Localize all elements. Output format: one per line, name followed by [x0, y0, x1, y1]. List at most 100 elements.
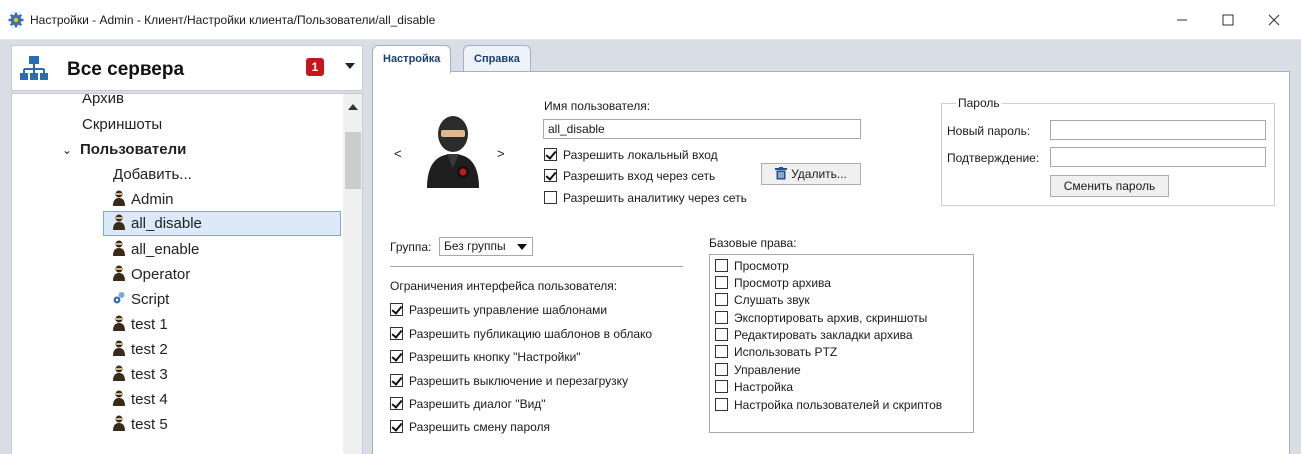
checkbox-box[interactable] [390, 374, 403, 387]
tree-item-label: test 3 [131, 366, 168, 383]
allow-template-management-checkbox[interactable]: Разрешить управление шаблонами [390, 303, 607, 317]
user-icon [113, 214, 125, 230]
right-settings-checkbox[interactable]: Настройка [715, 380, 793, 394]
password-group-title: Пароль [956, 96, 1002, 110]
allow-network-analytics-checkbox[interactable]: Разрешить аналитику через сеть [544, 191, 747, 205]
checkbox-label: Редактировать закладки архива [734, 328, 913, 342]
notification-badge[interactable]: 1 [306, 58, 324, 76]
tree-item-user-all-enable[interactable]: all_enable [113, 237, 199, 262]
right-use-ptz-checkbox[interactable]: Использовать PTZ [715, 345, 837, 359]
checkbox-label: Просмотр архива [734, 276, 831, 290]
checkbox-label: Разрешить смену пароля [409, 420, 551, 434]
change-password-button[interactable]: Сменить пароль [1050, 175, 1169, 197]
username-field[interactable]: all_disable [543, 119, 861, 139]
tree-item-users[interactable]: ⌄ Пользователи [62, 137, 186, 162]
user-icon [113, 315, 125, 331]
user-icon [113, 365, 125, 381]
right-view-checkbox[interactable]: Просмотр [715, 259, 789, 273]
checkbox-box[interactable] [390, 303, 403, 316]
checkbox-box[interactable] [715, 276, 728, 289]
close-button[interactable] [1251, 0, 1297, 40]
chevron-down-icon[interactable] [345, 63, 355, 69]
tree-item-add-user[interactable]: Добавить... [113, 162, 192, 187]
checkbox-box[interactable] [715, 259, 728, 272]
tree-item-user-test1[interactable]: test 1 [113, 312, 168, 337]
checkbox-box[interactable] [715, 380, 728, 393]
checkbox-box[interactable] [390, 327, 403, 340]
user-icon [113, 265, 125, 281]
user-icon [113, 190, 125, 206]
scroll-thumb[interactable] [345, 132, 361, 189]
chevron-down-icon[interactable]: ⌄ [62, 138, 76, 163]
maximize-icon [1222, 14, 1234, 26]
checkbox-label: Разрешить локальный вход [563, 148, 718, 162]
tree-item-user-all-disable[interactable]: all_disable [103, 211, 341, 236]
tree-item-label: test 4 [131, 391, 168, 408]
group-label: Группа: [390, 240, 432, 254]
tree-item-user-test4[interactable]: test 4 [113, 387, 168, 412]
allow-password-change-checkbox[interactable]: Разрешить смену пароля [390, 420, 550, 434]
allow-shutdown-checkbox[interactable]: Разрешить выключение и перезагрузку [390, 374, 628, 388]
tree-item-user-admin[interactable]: Admin [113, 187, 174, 212]
checkbox-box[interactable] [715, 328, 728, 341]
maximize-button[interactable] [1205, 0, 1251, 40]
checkbox-box[interactable] [544, 148, 557, 161]
scroll-up-icon[interactable] [348, 104, 358, 110]
right-edit-bookmarks-checkbox[interactable]: Редактировать закладки архива [715, 328, 913, 342]
tree-item-user-test2[interactable]: test 2 [113, 337, 168, 362]
window-title: Настройки - Admin - Клиент/Настройки кли… [30, 13, 436, 27]
tree-item-script[interactable]: Script [113, 287, 169, 312]
group-select[interactable]: Без группы [439, 237, 533, 256]
tree-scrollbar[interactable] [343, 94, 362, 454]
allow-network-login-checkbox[interactable]: Разрешить вход через сеть [544, 169, 715, 183]
checkbox-box[interactable] [715, 363, 728, 376]
checkbox-box[interactable] [715, 293, 728, 306]
tree-item-label: all_enable [131, 241, 200, 258]
tree-item-archive[interactable]: Архив [82, 94, 124, 111]
minimize-button[interactable] [1159, 0, 1205, 40]
tree-item-user-test3[interactable]: test 3 [113, 362, 168, 387]
allow-template-publish-checkbox[interactable]: Разрешить публикацию шаблонов в облако [390, 327, 652, 341]
allow-view-dialog-checkbox[interactable]: Разрешить диалог "Вид" [390, 397, 546, 411]
tree-item-user-test5[interactable]: test 5 [113, 412, 168, 437]
tree-item-label: test 1 [131, 316, 168, 333]
checkbox-box[interactable] [715, 311, 728, 324]
base-rights-list: Просмотр Просмотр архива Слушать звук Эк… [709, 254, 974, 433]
user-icon [113, 390, 125, 406]
checkbox-box[interactable] [715, 398, 728, 411]
checkbox-box[interactable] [544, 191, 557, 204]
checkbox-box[interactable] [544, 169, 557, 182]
checkbox-label: Разрешить выключение и перезагрузку [409, 374, 629, 388]
prev-avatar-button[interactable]: < [394, 146, 402, 161]
right-user-script-settings-checkbox[interactable]: Настройка пользователей и скриптов [715, 398, 942, 412]
checkbox-box[interactable] [390, 397, 403, 410]
tab-help[interactable]: Справка [463, 45, 531, 72]
tree-item-label: Script [131, 291, 170, 308]
right-listen-audio-checkbox[interactable]: Слушать звук [715, 293, 810, 307]
delete-user-button[interactable]: Удалить... [761, 163, 861, 185]
next-avatar-button[interactable]: > [497, 146, 505, 161]
tab-settings[interactable]: Настройка [372, 45, 452, 73]
server-selector[interactable]: Все сервера 1 [11, 45, 363, 91]
window-titlebar: Настройки - Admin - Клиент/Настройки кли… [0, 0, 1301, 40]
allow-settings-button-checkbox[interactable]: Разрешить кнопку "Настройки" [390, 350, 581, 364]
right-view-archive-checkbox[interactable]: Просмотр архива [715, 276, 831, 290]
confirm-password-field[interactable] [1050, 147, 1266, 167]
tree-item-screenshots[interactable]: Скриншоты [82, 112, 162, 137]
allow-local-login-checkbox[interactable]: Разрешить локальный вход [544, 148, 718, 162]
right-export-checkbox[interactable]: Экспортировать архив, скриншоты [715, 311, 927, 325]
checkbox-box[interactable] [390, 350, 403, 363]
tree-item-label: Добавить... [113, 166, 192, 183]
username-label: Имя пользователя: [544, 99, 651, 113]
right-control-checkbox[interactable]: Управление [715, 363, 801, 377]
checkbox-label: Настройка пользователей и скриптов [734, 398, 943, 412]
tree-item-label: test 2 [131, 341, 168, 358]
tab-label: Справка [474, 53, 520, 65]
checkbox-box[interactable] [390, 420, 403, 433]
new-password-field[interactable] [1050, 120, 1266, 140]
script-icon [113, 292, 125, 304]
tree-item-user-operator[interactable]: Operator [113, 262, 190, 287]
tree-item-label: Скриншоты [82, 116, 163, 133]
base-rights-title: Базовые права: [709, 236, 797, 250]
checkbox-box[interactable] [715, 345, 728, 358]
